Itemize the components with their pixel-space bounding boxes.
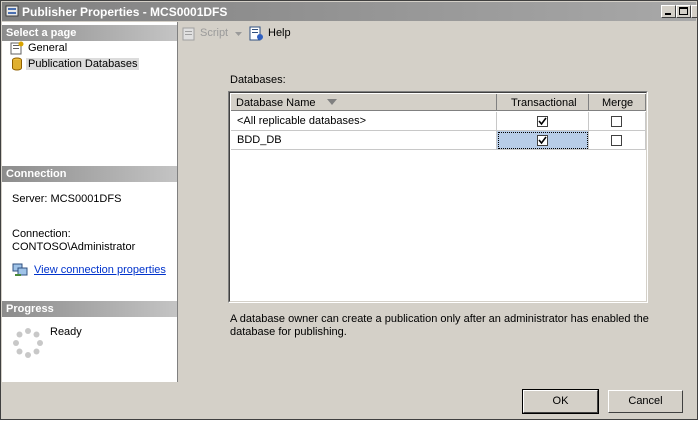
progress-header: Progress [2,301,177,317]
database-name-cell: <All replicable databases> [237,115,367,127]
database-icon [12,57,22,71]
chevron-down-icon[interactable] [235,32,242,37]
minimize-icon [665,13,671,15]
help-button[interactable]: Help [268,27,291,39]
transactional-checkbox[interactable] [537,135,548,146]
column-header-merge[interactable]: Merge [589,94,646,111]
transactional-cell[interactable] [497,112,589,131]
merge-cell[interactable] [589,112,646,131]
close-button[interactable] [691,5,697,18]
column-header-transactional[interactable]: Transactional [497,94,589,111]
checkmark-icon [538,117,547,126]
column-header-label: Transactional [511,97,577,109]
title-bar[interactable]: Publisher Properties - MCS0001DFS [2,2,697,21]
progress-status: Ready [50,326,82,338]
dialog-button-bar: OK Cancel [2,383,696,419]
cancel-button[interactable]: Cancel [608,390,683,413]
connection-label: Connection: [12,228,71,240]
table-row[interactable]: <All replicable databases> [231,112,497,131]
minimize-button[interactable] [661,5,676,18]
script-button[interactable]: Script [200,27,228,39]
script-icon [182,27,195,41]
table-row[interactable]: BDD_DB [231,131,497,150]
databases-grid[interactable]: Database Name Transactional Merge <All r… [228,91,648,303]
transactional-cell-selected[interactable] [497,131,589,150]
column-header-database-name[interactable]: Database Name [231,94,497,111]
connection-value: CONTOSO\Administrator [12,241,136,253]
select-page-header: Select a page [2,25,177,41]
connection-header: Connection [2,166,177,182]
column-header-label: Database Name [236,97,316,109]
server-line: Server: MCS0001DFS [12,193,122,205]
transactional-checkbox[interactable] [537,116,548,127]
toolbar: Script Help [178,22,697,46]
database-name-cell: BDD_DB [237,134,282,146]
merge-checkbox[interactable] [611,116,622,127]
databases-label: Databases: [230,74,286,86]
page-item-label: Publication Databases [26,58,140,70]
maximize-button[interactable] [676,5,691,18]
merge-cell[interactable] [589,131,646,150]
checkmark-icon [538,136,547,145]
help-icon [249,26,263,41]
ok-button[interactable]: OK [522,389,599,414]
server-icon [5,5,19,17]
connection-properties-icon [12,263,28,276]
merge-checkbox[interactable] [611,135,622,146]
page-item-label: General [28,42,68,54]
publisher-properties-window: Publisher Properties - MCS0001DFS Select… [0,0,698,420]
grid-body: Database Name Transactional Merge <All r… [229,92,647,302]
left-pane: Select a page General Publication Databa… [2,22,178,382]
publishing-note: A database owner can create a publicatio… [230,313,649,338]
view-connection-properties-link[interactable]: View connection properties [34,264,166,276]
progress-spinner-icon [13,328,43,358]
column-header-label: Merge [602,97,634,109]
window-title: Publisher Properties - MCS0001DFS [22,5,228,19]
general-page-icon [10,41,24,55]
sort-arrow-icon [327,99,337,105]
maximize-icon [679,7,688,15]
